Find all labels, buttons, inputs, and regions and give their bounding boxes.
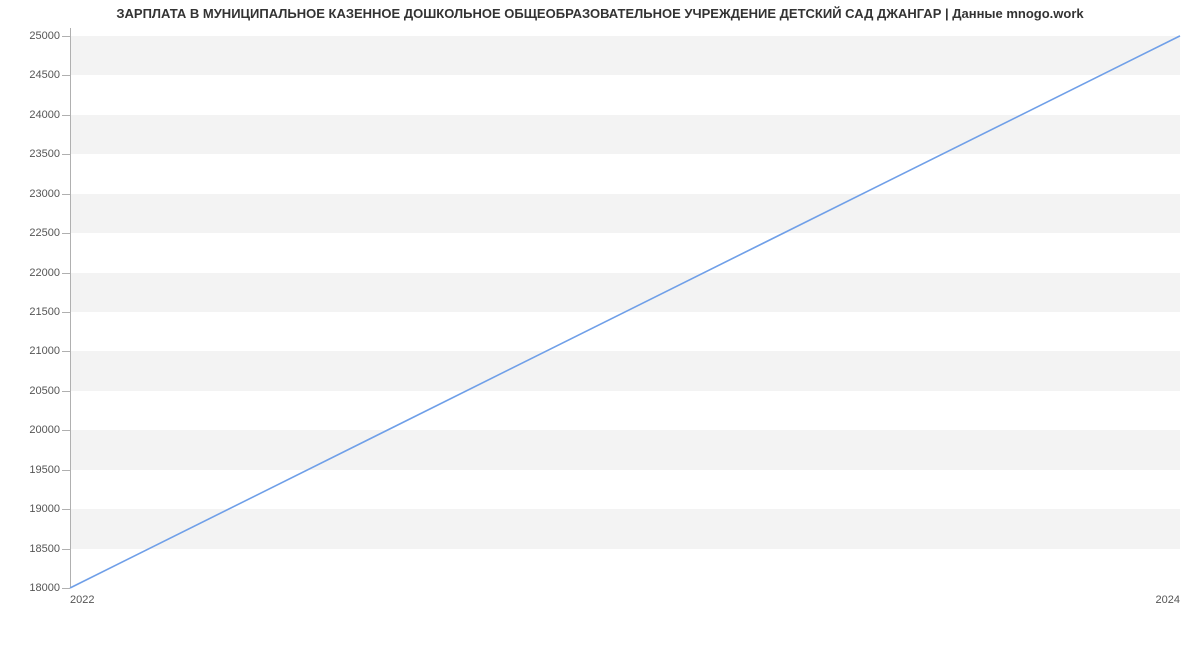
y-tick-label: 24000 bbox=[29, 109, 70, 121]
y-tick-label: 21000 bbox=[29, 345, 70, 357]
y-tick-label: 18000 bbox=[29, 582, 70, 594]
y-tick-label: 19500 bbox=[29, 464, 70, 476]
chart-title: ЗАРПЛАТА В МУНИЦИПАЛЬНОЕ КАЗЕННОЕ ДОШКОЛ… bbox=[0, 6, 1200, 21]
y-tick-label: 24500 bbox=[29, 69, 70, 81]
plot-area: 1800018500190001950020000205002100021500… bbox=[70, 28, 1180, 588]
salary-line-chart: ЗАРПЛАТА В МУНИЦИПАЛЬНОЕ КАЗЕННОЕ ДОШКОЛ… bbox=[0, 0, 1200, 620]
y-tick-label: 22000 bbox=[29, 267, 70, 279]
y-tick-label: 25000 bbox=[29, 30, 70, 42]
y-tick-label: 23500 bbox=[29, 148, 70, 160]
y-tick-label: 21500 bbox=[29, 306, 70, 318]
y-tick-label: 22500 bbox=[29, 227, 70, 239]
series-line bbox=[70, 36, 1180, 588]
y-tick-label: 23000 bbox=[29, 188, 70, 200]
y-tick-label: 20000 bbox=[29, 424, 70, 436]
y-tick-label: 20500 bbox=[29, 385, 70, 397]
line-layer bbox=[70, 28, 1180, 588]
x-tick-label: 2024 bbox=[1156, 588, 1180, 606]
y-tick-label: 18500 bbox=[29, 543, 70, 555]
x-tick-label: 2022 bbox=[70, 588, 94, 606]
y-tick-label: 19000 bbox=[29, 503, 70, 515]
